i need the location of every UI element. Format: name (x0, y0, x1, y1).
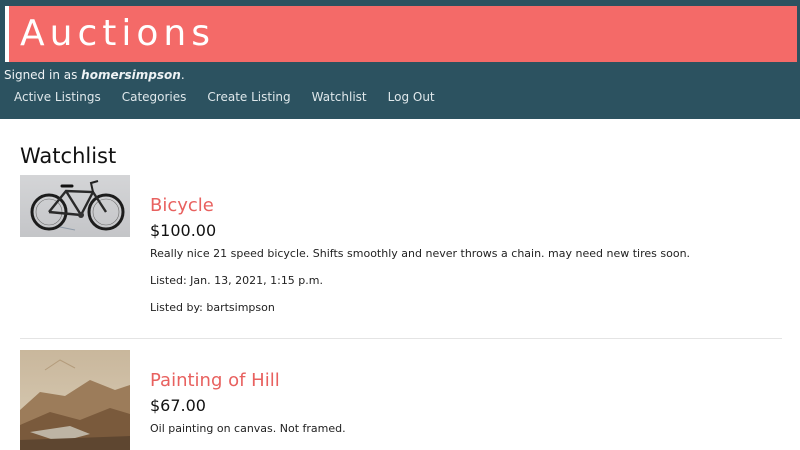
page-title: Watchlist (20, 144, 117, 168)
listing-price: $67.00 (150, 396, 206, 415)
nav-active-listings[interactable]: Active Listings (14, 89, 101, 107)
bicycle-picture (20, 175, 130, 237)
main-nav: Active Listings Categories Create Listin… (14, 89, 456, 107)
nav-watchlist[interactable]: Watchlist (312, 89, 367, 107)
signed-in-status: Signed in as homersimpson. (4, 67, 185, 83)
site-banner: Auctions (5, 6, 797, 62)
bicycle-image[interactable] (20, 175, 130, 237)
painting-picture (20, 350, 130, 450)
signed-in-suffix: . (180, 68, 185, 82)
listing-seller: Listed by: bartsimpson (150, 301, 275, 314)
site-header: Auctions Signed in as homersimpson. Acti… (0, 0, 800, 119)
signed-in-username: homersimpson (81, 68, 181, 82)
listing-title-link[interactable]: Painting of Hill (150, 370, 280, 392)
nav-create-listing[interactable]: Create Listing (207, 89, 290, 107)
signed-in-prefix: Signed in as (4, 68, 82, 82)
listing-item: Bicycle $100.00 Really nice 21 speed bic… (20, 175, 782, 339)
nav-log-out[interactable]: Log Out (388, 89, 435, 107)
listing-description: Oil painting on canvas. Not framed. (150, 422, 346, 435)
painting-image[interactable] (20, 350, 130, 450)
listing-item: Painting of Hill $67.00 Oil painting on … (20, 350, 782, 450)
listing-description: Really nice 21 speed bicycle. Shifts smo… (150, 247, 691, 260)
site-title: Auctions (20, 13, 215, 54)
nav-categories[interactable]: Categories (122, 89, 187, 107)
listing-price: $100.00 (150, 221, 217, 240)
listing-date: Listed: Jan. 13, 2021, 1:15 p.m. (150, 274, 323, 287)
listing-title-link[interactable]: Bicycle (150, 195, 214, 217)
